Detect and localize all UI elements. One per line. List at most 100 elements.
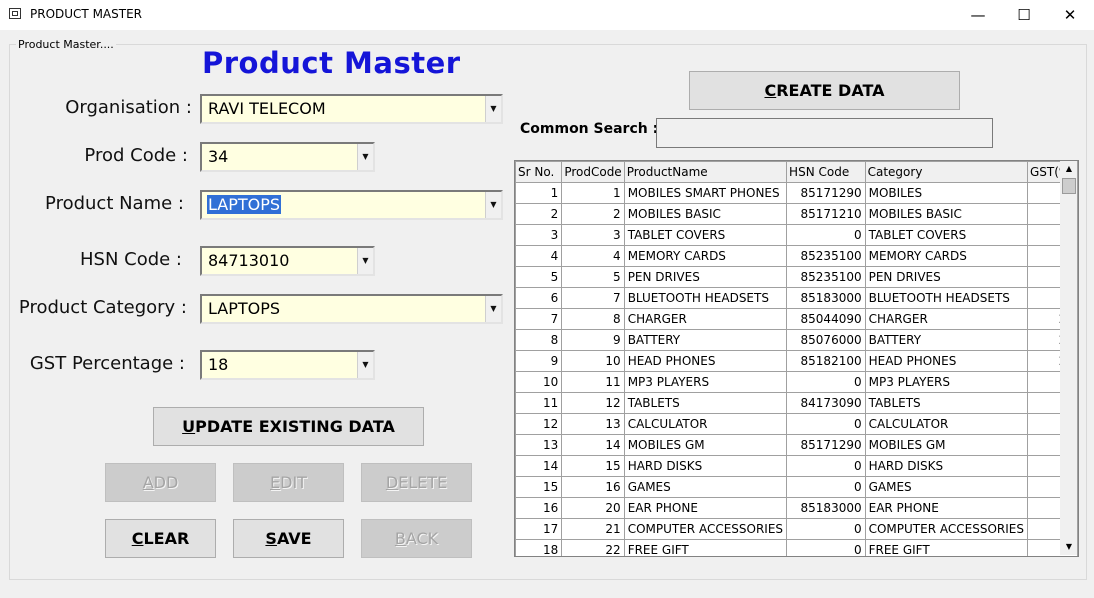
table-cell[interactable]: HEAD PHONES <box>864 350 1028 372</box>
dropdown-arrow-icon[interactable]: ▼ <box>485 96 501 122</box>
table-cell[interactable]: 15 <box>515 476 563 498</box>
table-row[interactable]: 11 12 TABLETS 84173090 TABLETS <box>515 392 1078 414</box>
table-cell[interactable]: 13 <box>561 413 625 435</box>
maximize-button[interactable]: ☐ <box>1001 0 1047 30</box>
table-cell[interactable]: 85171290 <box>786 182 866 204</box>
table-row[interactable]: 1213CALCULATOR0CALCULATOR0 <box>515 413 1078 435</box>
column-header[interactable]: Category <box>864 161 1028 183</box>
table-cell[interactable]: HEAD PHONES <box>623 350 788 372</box>
table-cell[interactable]: CHARGER <box>864 308 1028 330</box>
table-cell[interactable]: CALCULATOR <box>864 413 1028 435</box>
table-cell[interactable]: 85235100 <box>786 266 866 288</box>
table-cell[interactable]: 85182100 <box>786 350 866 372</box>
table-cell[interactable]: 0 <box>786 413 866 435</box>
table-cell[interactable]: 84173090 <box>786 392 866 414</box>
table-cell[interactable]: 0 <box>786 371 866 393</box>
table-cell[interactable]: 10 <box>515 371 563 393</box>
table-cell[interactable]: 20 <box>561 497 625 519</box>
table-cell[interactable]: 0 <box>786 476 866 498</box>
table-cell[interactable]: 8 <box>561 308 625 330</box>
table-cell[interactable]: 9 <box>515 350 563 372</box>
table-cell[interactable]: 14 <box>515 455 563 477</box>
table-cell[interactable]: 21 <box>561 518 625 540</box>
table-cell[interactable]: COMPUTER ACCESSORIES <box>864 518 1028 540</box>
close-button[interactable]: ✕ <box>1047 0 1093 30</box>
table-row[interactable]: 44MEMORY CARDS85235100MEMORY CARDS18 <box>515 245 1078 267</box>
table-cell[interactable]: 16 <box>515 497 563 519</box>
common-search-input[interactable] <box>656 118 993 148</box>
column-header[interactable]: ProductName <box>623 161 788 183</box>
table-cell[interactable]: 85171290 <box>786 434 866 456</box>
table-cell[interactable]: 14 <box>561 434 625 456</box>
table-cell[interactable]: 3 <box>561 224 625 246</box>
table-cell[interactable]: PEN DRIVES <box>864 266 1028 288</box>
table-row[interactable]: 11MOBILES SMART PHONES85171290MOBILES12 <box>515 182 1078 204</box>
table-cell[interactable]: 7 <box>515 308 563 330</box>
dropdown-arrow-icon[interactable]: ▼ <box>357 248 373 274</box>
create-data-button[interactable]: CREATE DATA <box>689 71 960 110</box>
table-cell[interactable]: 11 <box>561 371 625 393</box>
product-name-combo[interactable]: LAPTOPS ▼ <box>200 190 503 220</box>
table-cell[interactable]: GAMES <box>623 476 788 498</box>
table-row[interactable]: 78CHARGER85044090CHARGER28 <box>515 308 1078 330</box>
dropdown-arrow-icon[interactable]: ▼ <box>357 144 373 170</box>
table-row[interactable]: 1620EAR PHONE85183000EAR PHONE18 <box>515 497 1078 519</box>
table-cell[interactable]: EAR PHONE <box>864 497 1028 519</box>
table-cell[interactable]: BATTERY <box>864 329 1028 351</box>
table-cell[interactable]: 12 <box>561 392 625 414</box>
table-cell[interactable]: 85183000 <box>786 497 866 519</box>
product-category-combo[interactable]: LAPTOPS ▼ <box>200 294 503 324</box>
edit-button[interactable]: EDIT <box>233 463 344 502</box>
table-cell[interactable]: COMPUTER ACCESSORIES <box>623 518 788 540</box>
product-grid[interactable]: Sr No. ProdCode ProductName HSN Code Categor… <box>514 160 1079 557</box>
dropdown-arrow-icon[interactable]: ▼ <box>485 192 501 218</box>
table-cell[interactable]: 1 <box>515 182 563 204</box>
table-cell[interactable]: MOBILES GM <box>864 434 1028 456</box>
update-existing-data-button[interactable]: UPDATE EXISTING DATA <box>153 407 424 446</box>
table-row[interactable]: 6 7 BLUETOOTH HEADSETS 85183000 BLUETOOTH HE… <box>515 287 1078 309</box>
table-cell[interactable]: 18 <box>515 539 563 556</box>
table-row[interactable]: 910HEAD PHONES85182100HEAD PHONES28 <box>515 350 1078 372</box>
table-cell[interactable]: 17 <box>515 518 563 540</box>
table-cell[interactable]: MP3 PLAYERS <box>864 371 1028 393</box>
table-cell[interactable]: BATTERY <box>623 329 788 351</box>
table-cell[interactable]: 11 <box>515 392 563 414</box>
table-cell[interactable]: 4 <box>561 245 625 267</box>
table-row[interactable]: 1415HARD DISKS0HARD DISKS0 <box>515 455 1078 477</box>
table-cell[interactable]: 4 <box>515 245 563 267</box>
table-cell[interactable]: BLUETOOTH HEADSETS <box>864 287 1028 309</box>
minimize-button[interactable]: — <box>955 0 1001 30</box>
gst-percentage-combo[interactable]: 18 ▼ <box>200 350 375 380</box>
table-cell[interactable]: 5 <box>515 266 563 288</box>
table-cell[interactable]: HARD DISKS <box>623 455 788 477</box>
table-cell[interactable]: MOBILES BASIC <box>623 203 788 225</box>
table-cell[interactable]: CHARGER <box>623 308 788 330</box>
table-cell[interactable]: 85076000 <box>786 329 866 351</box>
scroll-thumb[interactable] <box>1062 178 1076 194</box>
table-row[interactable]: 33TABLET COVERS0TABLET COVERS0 <box>515 224 1078 246</box>
table-cell[interactable]: MEMORY CARDS <box>623 245 788 267</box>
table-cell[interactable]: 85171210 <box>786 203 866 225</box>
table-row[interactable]: 22MOBILES BASIC85171210MOBILES BASIC12 <box>515 203 1078 225</box>
table-cell[interactable]: 2 <box>561 203 625 225</box>
table-cell[interactable]: MOBILES GM <box>623 434 788 456</box>
table-row[interactable]: 1314MOBILES GM85171290MOBILES GM12 <box>515 434 1078 456</box>
table-cell[interactable]: GAMES <box>864 476 1028 498</box>
table-cell[interactable]: 1 <box>561 182 625 204</box>
table-cell[interactable]: 85183000 <box>786 287 866 309</box>
table-cell[interactable]: EAR PHONE <box>623 497 788 519</box>
organisation-combo[interactable]: RAVI TELECOM ▼ <box>200 94 503 124</box>
prod-code-combo[interactable]: 34 ▼ <box>200 142 375 172</box>
table-cell[interactable]: 10 <box>561 350 625 372</box>
dropdown-arrow-icon[interactable]: ▼ <box>357 352 373 378</box>
table-cell[interactable]: 3 <box>515 224 563 246</box>
table-cell[interactable]: 12 <box>515 413 563 435</box>
table-cell[interactable]: 0 <box>786 455 866 477</box>
column-header[interactable]: Sr No. <box>515 161 563 183</box>
table-cell[interactable]: MEMORY CARDS <box>864 245 1028 267</box>
back-button[interactable]: BACK <box>361 519 472 558</box>
table-cell[interactable]: 0 <box>786 518 866 540</box>
grid-vertical-scrollbar[interactable] <box>1060 161 1077 555</box>
clear-button[interactable]: CLEAR <box>105 519 216 558</box>
table-cell[interactable]: FREE GIFT <box>623 539 788 556</box>
